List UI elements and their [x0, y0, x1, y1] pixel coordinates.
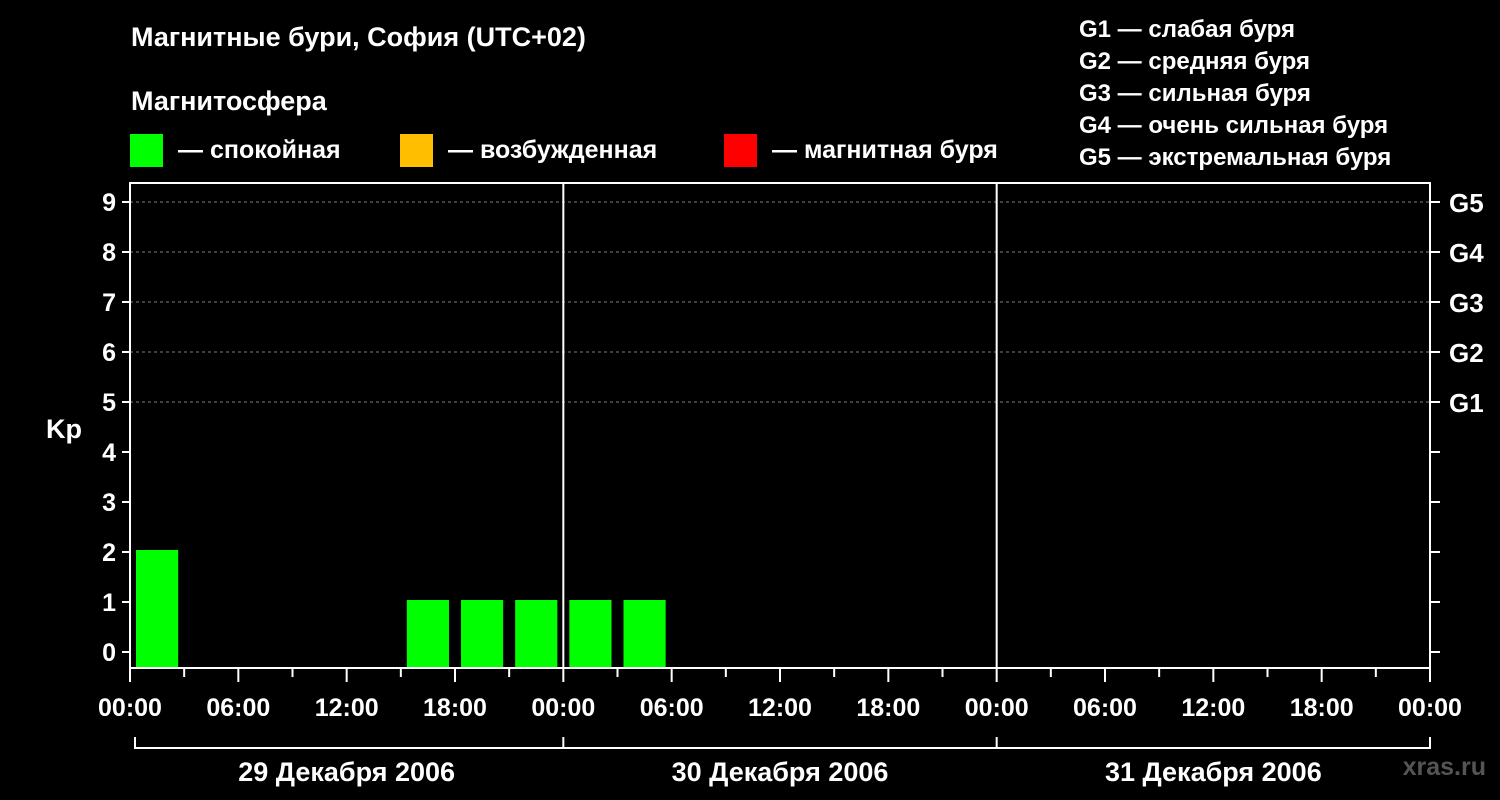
x-tick-label: 12:00 [1181, 694, 1245, 722]
g-level-label: G1 [1449, 388, 1484, 418]
x-tick-label: 00:00 [98, 694, 162, 722]
y-tick-label: 9 [102, 189, 116, 217]
g-level-label: G5 [1449, 188, 1484, 218]
watermark: xras.ru [1402, 753, 1486, 781]
plot-frame [129, 182, 1431, 669]
y-tick-label: 8 [102, 239, 116, 267]
y-tick-label: 5 [102, 389, 116, 417]
y-tick-label: 0 [102, 639, 116, 667]
g-level-label: G3 [1449, 288, 1484, 318]
x-tick-label: 00:00 [531, 694, 595, 722]
x-tick-label: 18:00 [423, 694, 487, 722]
x-tick-label: 06:00 [640, 694, 704, 722]
y-tick-label: 3 [102, 489, 116, 517]
kp-bar [569, 600, 612, 668]
x-tick-label: 06:00 [1073, 694, 1137, 722]
y-tick-label: 6 [102, 339, 116, 367]
kp-bar [515, 600, 558, 668]
y-axis-label: Kp [46, 414, 82, 444]
kp-bar [623, 600, 666, 668]
x-tick-label: 18:00 [1290, 694, 1354, 722]
x-tick-label: 00:00 [1398, 694, 1462, 722]
y-tick-label: 4 [102, 439, 116, 467]
x-tick-label: 12:00 [748, 694, 812, 722]
day-label: 31 Декабря 2006 [1105, 757, 1322, 787]
y-tick-label: 1 [102, 589, 116, 617]
g-level-label: G2 [1449, 338, 1484, 368]
kp-bar [136, 550, 179, 668]
day-label: 29 Декабря 2006 [238, 757, 455, 787]
x-tick-label: 18:00 [856, 694, 920, 722]
x-tick-label: 12:00 [315, 694, 379, 722]
kp-chart: 0 1 2 3 4 5 6 7 8 9 G1 G2 G3 G4 G5 Kp 00:00 06:00 12:00 18:… [46, 182, 1484, 787]
kp-bar [406, 600, 449, 668]
day-label: 30 Декабря 2006 [672, 757, 889, 787]
kp-bar [461, 600, 504, 668]
y-tick-label: 2 [102, 539, 116, 567]
g-level-label: G4 [1449, 238, 1484, 268]
x-tick-label: 00:00 [965, 694, 1029, 722]
x-tick-label: 06:00 [206, 694, 270, 722]
y-tick-label: 7 [102, 289, 116, 317]
